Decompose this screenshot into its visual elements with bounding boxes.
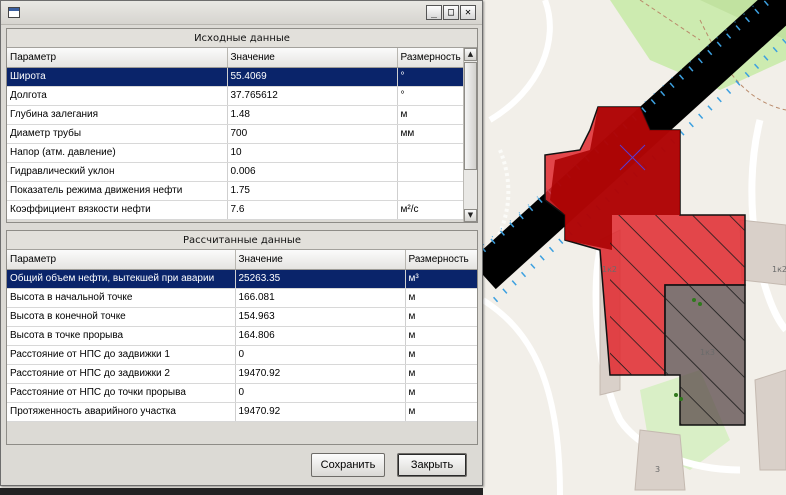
cell-parameter[interactable]: Гидравлический уклон [7,162,228,182]
table-row[interactable]: Протяженность аварийного участка 19470.92… [7,402,477,422]
cell-value[interactable]: 0 [235,383,406,403]
app-icon [8,7,20,18]
table-row[interactable]: Глубина залегания 1.48 м [7,105,463,125]
cell-unit[interactable]: м³ [405,269,477,289]
table-row[interactable]: Расстояние от НПС до задвижки 10м [7,345,477,365]
cell-parameter[interactable]: Высота в начальной точке [7,288,236,308]
close-window-button[interactable]: ✕ [460,5,476,20]
cell-value[interactable]: 10 [227,143,398,163]
column-header-value[interactable]: Значение [227,48,398,68]
close-button[interactable]: Закрыть [397,453,467,477]
column-header-unit[interactable]: Размерность [397,48,463,68]
table-row[interactable]: Диаметр трубы 700 мм [7,124,463,144]
table-row[interactable]: Высота в точке прорыва 164.806 м [7,326,477,346]
cell-unit[interactable]: мм [397,124,463,144]
cell-parameter[interactable]: Высота в конечной точке [7,307,236,327]
cell-unit[interactable]: ° [397,86,463,106]
taskbar-strip [0,488,483,495]
calculated-data-table[interactable]: Параметр Значение Размерность Общий объе… [7,250,477,422]
cell-value[interactable]: 164.806 [235,326,406,346]
input-data-table[interactable]: Параметр Значение Размерность Широта 55.4… [7,48,463,220]
input-data-panel: Исходные данные Параметр Значение Размер… [6,28,478,223]
table-row[interactable]: Долгота 37.765612 ° [7,86,463,106]
column-header-parameter[interactable]: Параметр [7,48,228,68]
column-header-parameter[interactable]: Параметр [7,250,236,270]
cell-parameter[interactable]: Коэффициент вязкости нефти [7,200,228,220]
scroll-thumb[interactable] [464,62,477,170]
map-label-building: 1к2 [772,265,786,274]
cell-unit[interactable] [397,181,463,201]
scroll-down-arrow-icon[interactable]: ▼ [464,209,477,222]
cell-parameter[interactable]: Напор (атм. давление) [7,143,228,163]
cell-parameter[interactable]: Расстояние от НПС до задвижки 1 [7,345,236,365]
cell-unit[interactable]: м [405,326,477,346]
input-panel-title: Исходные данные [7,29,477,48]
table-row[interactable]: Напор (атм. давление) 10 [7,143,463,163]
cell-parameter[interactable]: Высота в точке прорыва [7,326,236,346]
cell-value[interactable]: 1.75 [227,181,398,201]
cell-value[interactable]: 19470.92 [235,402,406,422]
map-label-building: 1к2 [602,265,617,274]
cell-parameter[interactable]: Показатель режима движения нефти [7,181,228,201]
cell-value[interactable]: 55.4069 [227,67,398,87]
cell-unit[interactable]: м [405,364,477,384]
calculated-data-panel: Рассчитанные данные Параметр Значение Ра… [6,230,478,445]
table-row[interactable]: Высота в конечной точке 154.963 м [7,307,477,327]
table-row[interactable]: Общий объем нефти, вытекшей при аварии 25… [7,269,477,289]
cell-unit[interactable]: ° [397,67,463,87]
cell-value[interactable]: 25263.35 [235,269,406,289]
table-row[interactable]: Высота в начальной точке 166.081 м [7,288,477,308]
cell-unit[interactable]: м [405,383,477,403]
save-button[interactable]: Сохранить [311,453,385,477]
title-bar[interactable]: _ □ ✕ [1,1,482,25]
cell-value[interactable]: 37.765612 [227,86,398,106]
cell-value[interactable]: 7.6 [227,200,398,220]
cell-parameter[interactable]: Диаметр трубы [7,124,228,144]
column-header-value[interactable]: Значение [235,250,406,270]
table-row[interactable]: Гидравлический уклон 0.006 [7,162,463,182]
cell-parameter[interactable]: Общий объем нефти, вытекшей при аварии [7,269,236,289]
cell-parameter[interactable]: Расстояние от НПС до задвижки 2 [7,364,236,384]
table-row[interactable]: Показатель режима движения нефти 1.75 [7,181,463,201]
cell-parameter[interactable]: Расстояние от НПС до точки прорыва [7,383,236,403]
cell-value[interactable]: 0 [235,345,406,365]
cell-parameter[interactable]: Долгота [7,86,228,106]
cell-unit[interactable]: м²/с [397,200,463,220]
cell-unit[interactable]: м [397,105,463,125]
pipeline-accident-dialog[interactable]: _ □ ✕ Исходные данные Параметр Значение … [0,0,483,486]
cell-unit[interactable] [397,162,463,182]
cell-value[interactable]: 19470.92 [235,364,406,384]
cell-unit[interactable]: м [405,307,477,327]
table-row[interactable]: Широта 55.4069 ° [7,67,463,87]
cell-value[interactable]: 154.963 [235,307,406,327]
cell-unit[interactable] [397,143,463,163]
table-row[interactable]: Расстояние от НПС до точки прорыва 0 м [7,383,477,403]
cell-parameter[interactable]: Протяженность аварийного участка [7,402,236,422]
building [754,369,786,471]
maximize-button[interactable]: □ [443,5,459,20]
calculated-panel-title: Рассчитанные данные [7,231,477,250]
cell-unit[interactable]: м [405,402,477,422]
cell-parameter[interactable]: Широта [7,67,228,87]
table-row[interactable]: Расстояние от НПС до задвижки 2 19470.92 м [7,364,477,384]
cell-unit[interactable]: м [405,345,477,365]
map-label-building: 3 [655,465,660,474]
building [634,429,686,491]
table-row[interactable]: Коэффициент вязкости нефти 7.6 м²/с [7,200,463,220]
minimize-button[interactable]: _ [426,5,442,20]
cell-value[interactable]: 166.081 [235,288,406,308]
building [739,219,786,286]
column-header-unit[interactable]: Размерность [405,250,477,270]
cell-value[interactable]: 0.006 [227,162,398,182]
cell-value[interactable]: 700 [227,124,398,144]
cell-value[interactable]: 1.48 [227,105,398,125]
scroll-up-arrow-icon[interactable]: ▲ [464,48,477,61]
map-label-building: 1к3 [700,348,715,357]
cell-unit[interactable]: м [405,288,477,308]
cell-parameter[interactable]: Глубина залегания [7,105,228,125]
input-table-scrollbar[interactable]: ▲ ▼ [463,48,477,222]
